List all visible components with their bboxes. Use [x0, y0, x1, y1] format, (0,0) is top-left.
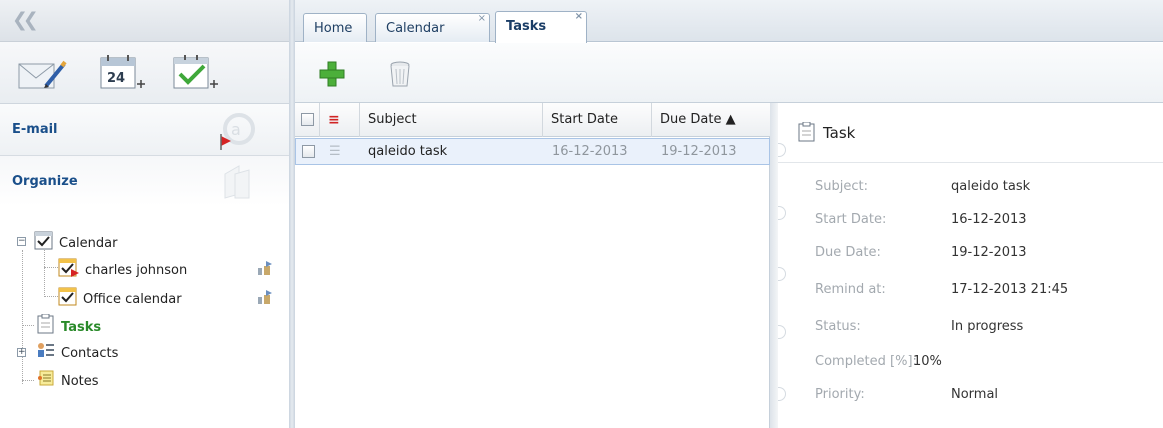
table-row[interactable]: ☰ qaleido task 16-12-2013 19-12-2013	[295, 138, 770, 165]
calendar-app-icon[interactable]: 24	[97, 50, 149, 96]
close-icon[interactable]: ×	[478, 13, 486, 24]
tab-tasks[interactable]: Tasks ×	[495, 11, 587, 43]
tree-item-charles-johnson-label: charles johnson	[85, 263, 188, 278]
folder-tree: − Calendar charles johnson Office calend…	[0, 206, 289, 428]
row-checkbox[interactable]	[302, 139, 315, 164]
row-subject: qaleido task	[368, 144, 448, 159]
tab-calendar[interactable]: Calendar ×	[375, 13, 490, 42]
tab-bar: Home Calendar × Tasks ×	[295, 0, 1163, 43]
detail-title: Task	[823, 124, 856, 142]
tab-home-label: Home	[314, 21, 353, 36]
section-email[interactable]: E-mail a	[0, 104, 289, 156]
shared-calendar-icon	[58, 257, 80, 285]
column-start-date-label: Start Date	[551, 112, 618, 127]
tree-item-charles-johnson[interactable]: charles johnson	[58, 257, 187, 279]
tree-item-notes[interactable]: Notes	[36, 369, 99, 391]
task-grid: ≡ Subject Start Date Due Date ▲ ☰ qaleid…	[295, 103, 770, 428]
field-label: Completed [%]:	[815, 354, 917, 369]
email-at-icon: a	[219, 112, 255, 154]
main-area: Home Calendar × Tasks × ≡ Subject Start …	[295, 0, 1163, 428]
field-value: 10%	[913, 354, 942, 369]
field-value: qaleido task	[951, 179, 1031, 194]
detail-header: Task	[778, 103, 1163, 163]
tasks-app-icon[interactable]	[170, 50, 222, 96]
field-value: In progress	[951, 319, 1024, 334]
task-icon	[798, 121, 816, 146]
delete-button[interactable]	[385, 59, 415, 89]
share-icon[interactable]	[256, 260, 274, 280]
tab-calendar-label: Calendar	[386, 21, 445, 36]
sidebar-collapse-bar[interactable]: ❮❮	[0, 0, 289, 42]
contacts-expand-toggle[interactable]: +	[17, 348, 26, 357]
field-value: Normal	[951, 387, 999, 402]
row-task-type-icon: ☰	[329, 144, 341, 159]
field-label: Due Date:	[815, 245, 881, 260]
field-label: Status:	[815, 319, 861, 334]
field-label: Subject:	[815, 179, 868, 194]
task-icon	[36, 313, 56, 342]
column-start-date[interactable]: Start Date	[543, 103, 652, 137]
row-start-date: 16-12-2013	[552, 144, 628, 159]
task-detail-pane: Task Subject: qaleido task Start Date: 1…	[778, 103, 1163, 428]
row-due-date: 19-12-2013	[661, 144, 737, 159]
calendar-check-icon	[34, 230, 54, 258]
select-all-checkbox[interactable]	[295, 103, 320, 137]
contacts-icon	[36, 341, 56, 367]
tree-item-notes-label: Notes	[61, 374, 99, 389]
section-email-label: E-mail	[12, 122, 58, 137]
grid-header: ≡ Subject Start Date Due Date ▲	[295, 103, 770, 137]
collapse-icon[interactable]: ❮❮	[12, 9, 39, 31]
share-icon[interactable]	[256, 289, 274, 309]
tree-item-calendar[interactable]: Calendar	[34, 230, 117, 252]
tree-item-tasks[interactable]: Tasks	[36, 313, 102, 336]
column-due-date-label: Due Date ▲	[660, 112, 736, 127]
section-organize-label: Organize	[12, 174, 78, 189]
field-value: 16-12-2013	[951, 212, 1027, 227]
notes-icon	[36, 369, 56, 395]
calendar-collapse-toggle[interactable]: −	[17, 237, 26, 246]
svg-text:a: a	[231, 120, 241, 139]
field-label: Start Date:	[815, 212, 887, 227]
svg-text:24: 24	[107, 71, 125, 86]
tree-item-office-calendar[interactable]: Office calendar	[58, 286, 182, 308]
section-organize[interactable]: Organize	[0, 156, 289, 206]
add-icon	[317, 61, 347, 93]
trash-icon	[385, 61, 415, 93]
tree-item-tasks-label: Tasks	[61, 320, 102, 335]
field-value: 19-12-2013	[951, 245, 1027, 260]
tree-item-office-calendar-label: Office calendar	[83, 292, 182, 307]
tree-item-contacts-label: Contacts	[61, 346, 119, 361]
field-label: Remind at:	[815, 282, 886, 297]
organize-icon	[219, 164, 255, 204]
column-subject-label: Subject	[368, 112, 417, 127]
mail-app-icon[interactable]	[16, 50, 68, 96]
column-subject[interactable]: Subject	[360, 103, 543, 137]
add-button[interactable]	[317, 59, 347, 89]
close-icon[interactable]: ×	[575, 11, 583, 22]
calendar-check-icon	[58, 286, 78, 314]
app-switcher: 24	[0, 42, 289, 104]
tree-item-contacts[interactable]: Contacts	[36, 341, 118, 363]
tab-tasks-label: Tasks	[506, 19, 547, 34]
column-due-date[interactable]: Due Date ▲	[652, 103, 770, 137]
grid-detail-splitter[interactable]	[770, 103, 778, 428]
tree-item-calendar-label: Calendar	[59, 236, 118, 251]
tab-home[interactable]: Home	[303, 13, 367, 42]
field-value: 17-12-2013 21:45	[951, 282, 1069, 297]
toolbar	[295, 43, 1163, 103]
priority-column-icon[interactable]: ≡	[320, 103, 360, 137]
sidebar: ❮❮ 24 E-mail a Organize − Calendar charl…	[0, 0, 289, 428]
field-label: Priority:	[815, 387, 865, 402]
